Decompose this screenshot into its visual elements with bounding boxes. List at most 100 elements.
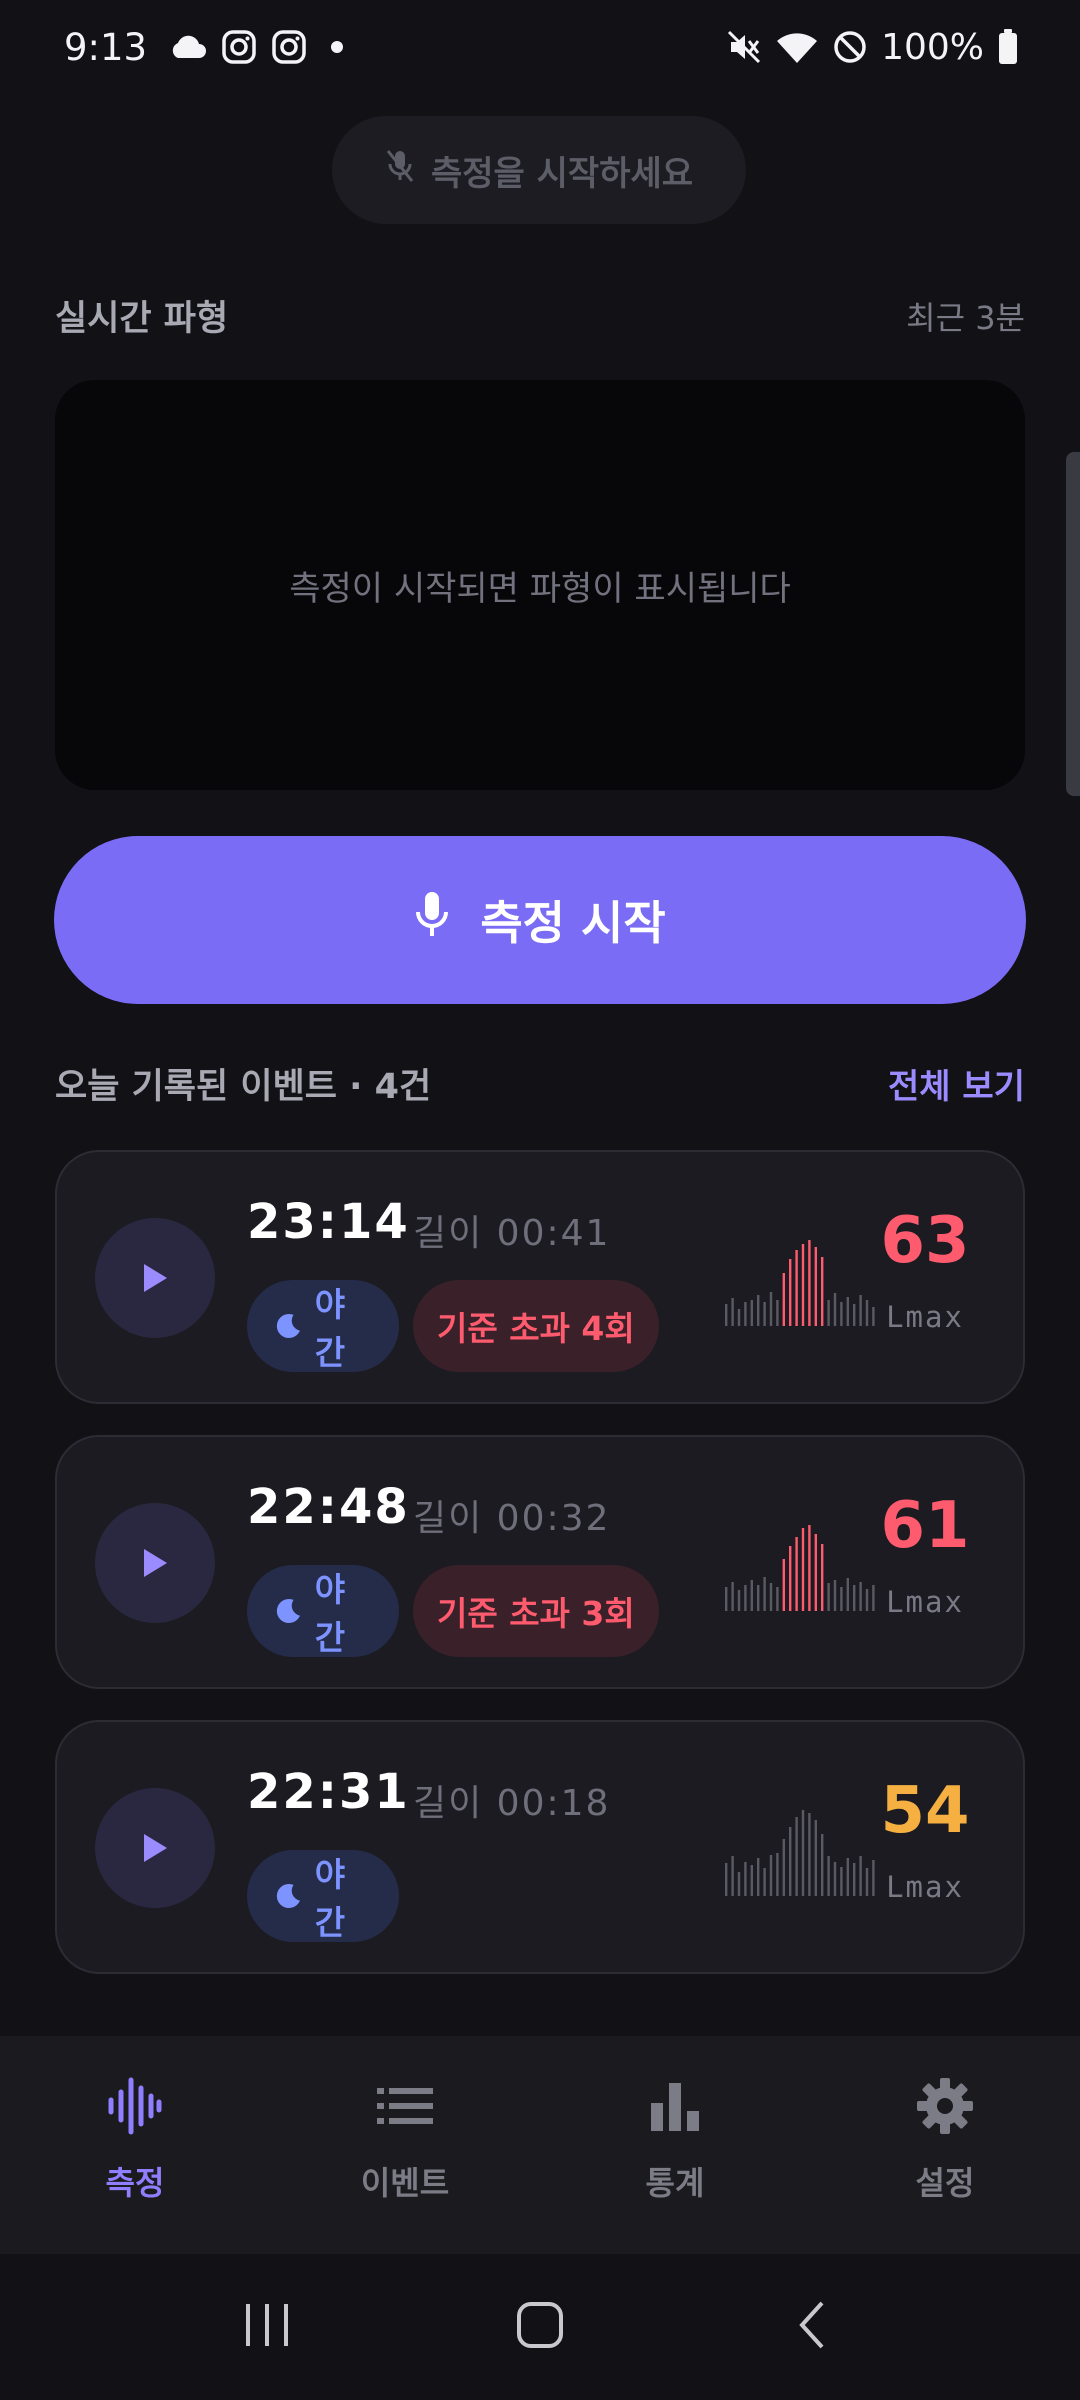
play-button[interactable]	[95, 1503, 215, 1623]
event-tags: 야간 기준 초과 3회	[247, 1565, 659, 1657]
night-tag-label: 야간	[314, 1570, 346, 1657]
recent-apps-icon[interactable]	[242, 2300, 292, 2354]
sparkline-bar	[821, 1257, 824, 1326]
sparkline-bar	[853, 1863, 856, 1896]
sparkline-bar	[859, 1856, 862, 1896]
tab-stats[interactable]: 통계	[540, 2036, 810, 2254]
waveform-empty-message: 측정이 시작되면 파형이 표시됩니다	[289, 568, 791, 609]
play-icon	[144, 1834, 167, 1862]
gear-icon	[916, 2076, 974, 2136]
waveform-icon	[107, 2076, 163, 2136]
sparkline-bar	[731, 1298, 734, 1326]
event-time: 22:48	[247, 1479, 410, 1535]
lmax-label: Lmax	[886, 1870, 964, 1904]
sparkline-bar	[808, 1525, 811, 1611]
event-card[interactable]: 23:14 길이 00:41 야간 기준 초과 4회 63 Lmax	[55, 1150, 1025, 1404]
tab-events[interactable]: 이벤트	[270, 2036, 540, 2254]
sparkline-bar	[782, 1273, 785, 1326]
tab-settings-label: 설정	[915, 2164, 975, 2202]
sparkline-bar	[840, 1302, 843, 1326]
sparkline-bar	[757, 1295, 760, 1326]
sparkline-bar	[757, 1585, 760, 1611]
sparkline-bar	[776, 1300, 779, 1326]
lmax-label: Lmax	[886, 1585, 964, 1619]
lmax-value: 54	[880, 1774, 970, 1848]
prompt-label: 측정을 시작하세요	[430, 153, 694, 194]
sparkline-bar	[846, 1858, 849, 1896]
sparkline-bar	[827, 1856, 830, 1896]
sparkline-bar	[725, 1863, 728, 1896]
instagram-icon	[221, 29, 257, 65]
sparkline-bar	[821, 1834, 824, 1896]
moon-icon	[276, 1313, 300, 1339]
sparkline-bar	[737, 1590, 741, 1611]
event-card[interactable]: 22:31 길이 00:18 야간 54 Lmax	[55, 1720, 1025, 1974]
event-duration: 길이 00:18	[413, 1783, 611, 1824]
mic-off-icon	[385, 148, 415, 193]
sparkline-bar	[801, 1528, 805, 1611]
event-sparkline	[725, 1240, 875, 1326]
sparkline-bar	[750, 1580, 753, 1611]
battery-icon	[998, 29, 1018, 65]
sparkline-bar	[731, 1856, 734, 1896]
exceed-tag: 기준 초과 3회	[413, 1565, 659, 1657]
waveform-panel: 측정이 시작되면 파형이 표시됩니다	[55, 380, 1025, 790]
night-tag-label: 야간	[314, 1285, 346, 1372]
sparkline-bar	[782, 1559, 785, 1611]
back-icon[interactable]	[788, 2300, 838, 2354]
event-time: 22:31	[247, 1764, 410, 1820]
sparkline-bar	[833, 1580, 837, 1611]
start-measurement-label: 측정 시작	[480, 896, 666, 950]
battery-percent: 100%	[881, 26, 984, 68]
home-icon[interactable]	[515, 2300, 565, 2354]
sparkline-bar	[801, 1810, 805, 1896]
sparkline-bar	[789, 1259, 792, 1326]
event-tags: 야간	[247, 1850, 399, 1942]
play-button[interactable]	[95, 1218, 215, 1338]
sparkline-bar	[789, 1546, 792, 1611]
status-bar: 9:13 100%	[0, 0, 1080, 94]
waveform-header: 실시간 파형 최근 3분	[55, 290, 1025, 341]
tab-measure[interactable]: 측정	[0, 2036, 270, 2254]
sparkline-bar	[750, 1865, 753, 1896]
event-duration: 길이 00:41	[413, 1213, 611, 1254]
night-tag-label: 야간	[314, 1855, 346, 1942]
tab-stats-label: 통계	[645, 2164, 705, 2202]
lmax-label: Lmax	[886, 1300, 964, 1334]
night-tag: 야간	[247, 1565, 399, 1657]
night-tag: 야간	[247, 1850, 399, 1942]
sparkline-bar	[846, 1578, 849, 1611]
sparkline-bar	[725, 1587, 728, 1611]
start-measurement-button[interactable]: 측정 시작	[54, 836, 1026, 1004]
tab-measure-label: 측정	[105, 2164, 165, 2202]
sparkline-bar	[853, 1585, 856, 1611]
sparkline-bar	[769, 1583, 773, 1611]
mic-icon	[414, 890, 450, 951]
event-card[interactable]: 22:48 길이 00:32 야간 기준 초과 3회 61 Lmax	[55, 1435, 1025, 1689]
sparkline-bar	[757, 1858, 760, 1896]
sparkline-bar	[859, 1295, 862, 1326]
sparkline-bar	[808, 1240, 811, 1326]
tab-settings[interactable]: 설정	[810, 2036, 1080, 2254]
measurement-prompt: 측정을 시작하세요	[332, 116, 746, 224]
sparkline-bar	[744, 1585, 747, 1611]
scrollbar-handle[interactable]	[1066, 452, 1080, 796]
view-all-link[interactable]: 전체 보기	[888, 1059, 1025, 1108]
sparkline-bar	[814, 1820, 817, 1896]
sparkline-bar	[814, 1247, 817, 1326]
sparkline-bar	[795, 1537, 798, 1611]
sparkline-bar	[859, 1582, 862, 1611]
sparkline-bar	[789, 1827, 792, 1896]
moon-icon	[276, 1598, 300, 1624]
moon-icon	[276, 1883, 300, 1909]
play-button[interactable]	[95, 1788, 215, 1908]
sparkline-bar	[769, 1292, 773, 1326]
lmax-value: 63	[880, 1204, 970, 1278]
sparkline-bar	[744, 1862, 747, 1896]
play-icon	[144, 1264, 167, 1292]
event-tags: 야간 기준 초과 4회	[247, 1280, 659, 1372]
sparkline-bar	[737, 1309, 741, 1326]
night-tag: 야간	[247, 1280, 399, 1372]
sparkline-bar	[744, 1302, 747, 1326]
events-header: 오늘 기록된 이벤트 · 4건 전체 보기	[55, 1058, 1025, 1109]
